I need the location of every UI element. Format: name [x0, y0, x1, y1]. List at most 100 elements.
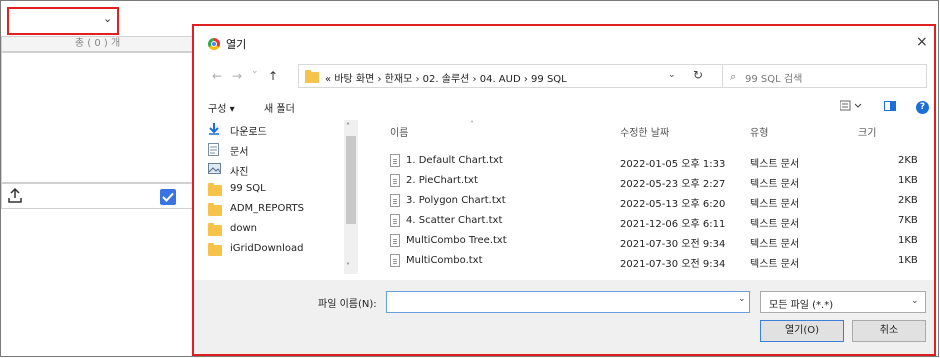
chevron-down-icon: ⌄	[103, 12, 113, 25]
folder-icon	[305, 70, 319, 83]
breadcrumb-item[interactable]: 04. AUD	[480, 74, 521, 85]
search-icon: ⌕	[730, 70, 737, 83]
breadcrumb-item[interactable]: 바탕 화면	[334, 74, 374, 85]
confirm-checkbox[interactable]	[160, 189, 176, 205]
close-icon[interactable]: ×	[916, 34, 928, 50]
breadcrumb-separator: ›	[377, 74, 382, 85]
count-header: 총 ( 0 ) 개	[1, 36, 194, 52]
file-row[interactable]: MultiCombo.txt 2021-07-30 오전 9:34 텍스트 문서…	[390, 252, 930, 272]
file-row[interactable]: 3. Polygon Chart.txt 2022-05-13 오후 6:20 …	[390, 192, 930, 212]
dialog-title: 열기	[226, 38, 247, 51]
back-icon[interactable]: ←	[212, 69, 222, 83]
refresh-icon[interactable]: ↻	[693, 68, 703, 82]
nav-item-label: 사진	[230, 167, 249, 178]
file-row[interactable]: 1. Default Chart.txt 2022-01-05 오후 1:33 …	[390, 152, 930, 172]
breadcrumb-overflow[interactable]: «	[325, 74, 331, 85]
cancel-button[interactable]: 취소	[852, 320, 926, 342]
breadcrumb: « 바탕 화면 › 한재모 › 02. 솔루션 › 04. AUD › 99 S…	[325, 70, 567, 85]
scroll-down-icon[interactable]: ˅	[346, 262, 350, 271]
recent-locations-icon[interactable]: ⌄	[251, 66, 259, 76]
file-modified: 2022-05-13 오후 6:20	[620, 199, 726, 210]
nav-item-label: ADM_REPORTS	[230, 203, 305, 214]
breadcrumb-item[interactable]: 02. 솔루션	[423, 74, 470, 85]
nav-item-label: iGridDownload	[230, 243, 304, 254]
open-button[interactable]: 열기(O)	[760, 320, 844, 342]
up-folder-icon[interactable]: ↑	[268, 69, 278, 83]
file-type-filter[interactable]: 모든 파일 (*.*) ⌄	[760, 291, 926, 313]
filename-dropdown-icon[interactable]: ⌄	[738, 294, 746, 304]
file-size: 2KB	[898, 195, 918, 206]
folder-icon	[208, 203, 222, 216]
folder-icon	[208, 223, 222, 236]
breadcrumb-separator: ›	[472, 74, 477, 85]
filename-label: 파일 이름(N):	[318, 299, 377, 310]
nav-item-label: down	[230, 223, 257, 234]
upload-icon[interactable]	[8, 187, 22, 204]
text-file-icon	[390, 214, 400, 227]
file-size: 2KB	[898, 155, 918, 166]
file-modified: 2022-01-05 오후 1:33	[620, 159, 726, 170]
column-header-type[interactable]: 유형	[750, 124, 768, 139]
file-name: MultiCombo.txt	[406, 255, 483, 266]
breadcrumb-separator: ›	[415, 74, 420, 85]
sort-ascending-icon: ˄	[470, 120, 474, 129]
address-dropdown-icon[interactable]: ⌄	[668, 70, 676, 80]
file-row[interactable]: MultiCombo Tree.txt 2021-07-30 오전 9:34 텍…	[390, 232, 930, 252]
filename-input[interactable]	[386, 291, 750, 313]
file-name: 4. Scatter Chart.txt	[406, 215, 503, 226]
checkmark-icon	[162, 192, 174, 202]
nav-item-label: 99 SQL	[230, 183, 266, 194]
file-type: 텍스트 문서	[750, 239, 800, 250]
organize-menu[interactable]: 구성 ▾	[208, 100, 235, 115]
preview-pane-icon[interactable]	[884, 100, 896, 115]
filter-selected-value: 모든 파일 (*.*)	[769, 300, 834, 311]
scrollbar-thumb[interactable]	[346, 136, 356, 224]
file-size: 7KB	[898, 215, 918, 226]
nav-item-label: 다운로드	[230, 127, 267, 138]
text-file-icon	[390, 174, 400, 187]
text-file-icon	[390, 154, 400, 167]
breadcrumb-item[interactable]: 99 SQL	[531, 74, 567, 85]
document-icon	[208, 143, 219, 156]
file-size: 1KB	[898, 255, 918, 266]
file-name: 1. Default Chart.txt	[406, 155, 503, 166]
file-name: 3. Polygon Chart.txt	[406, 195, 506, 206]
file-type: 텍스트 문서	[750, 259, 800, 270]
open-file-dialog: 열기 × ← → ⌄ ↑ « 바탕 화면 › 한재모 › 02. 솔루션 › 0…	[192, 24, 936, 356]
content-area[interactable]	[1, 52, 194, 183]
breadcrumb-separator: ›	[523, 74, 528, 85]
chrome-icon	[208, 38, 220, 50]
file-type: 텍스트 문서	[750, 199, 800, 210]
file-type: 텍스트 문서	[750, 159, 800, 170]
folder-icon	[208, 183, 222, 196]
file-row[interactable]: 4. Scatter Chart.txt 2021-12-06 오후 6:11 …	[390, 212, 930, 232]
file-modified: 2021-07-30 오전 9:34	[620, 259, 726, 270]
address-bar[interactable]: « 바탕 화면 › 한재모 › 02. 솔루션 › 04. AUD › 99 S…	[298, 64, 759, 88]
picture-icon	[208, 163, 221, 174]
view-options-icon[interactable]	[839, 100, 864, 115]
file-modified: 2021-07-30 오전 9:34	[620, 239, 726, 250]
navigation-pane: 다운로드 ✦ 문서 ✦ 사진 ✦ 99 SQL ADM_REPORTS down…	[200, 120, 360, 274]
search-box[interactable]: ⌕ 99 SQL 검색	[722, 64, 927, 88]
file-type: 텍스트 문서	[750, 219, 800, 230]
column-header-modified[interactable]: 수정한 날짜	[620, 124, 669, 139]
file-name: MultiCombo Tree.txt	[406, 235, 507, 246]
folder-icon	[208, 243, 222, 256]
forward-icon[interactable]: →	[232, 69, 242, 83]
column-header-size[interactable]: 크기	[858, 124, 876, 139]
help-icon[interactable]: ?	[916, 101, 929, 114]
file-modified: 2022-05-23 오후 2:27	[620, 179, 726, 190]
new-folder-button[interactable]: 새 폴더	[264, 100, 295, 115]
file-row[interactable]: 2. PieChart.txt 2022-05-23 오후 2:27 텍스트 문…	[390, 172, 930, 192]
scroll-up-icon[interactable]: ˄	[346, 122, 350, 131]
text-file-icon	[390, 234, 400, 247]
text-file-icon	[390, 194, 400, 207]
file-type: 텍스트 문서	[750, 179, 800, 190]
top-select[interactable]: ⌄	[7, 7, 119, 35]
file-size: 1KB	[898, 235, 918, 246]
column-header-name[interactable]: 이름	[390, 124, 408, 139]
file-name: 2. PieChart.txt	[406, 175, 478, 186]
file-modified: 2021-12-06 오후 6:11	[620, 219, 726, 230]
breadcrumb-item[interactable]: 한재모	[385, 74, 413, 85]
search-placeholder: 99 SQL 검색	[745, 74, 803, 85]
